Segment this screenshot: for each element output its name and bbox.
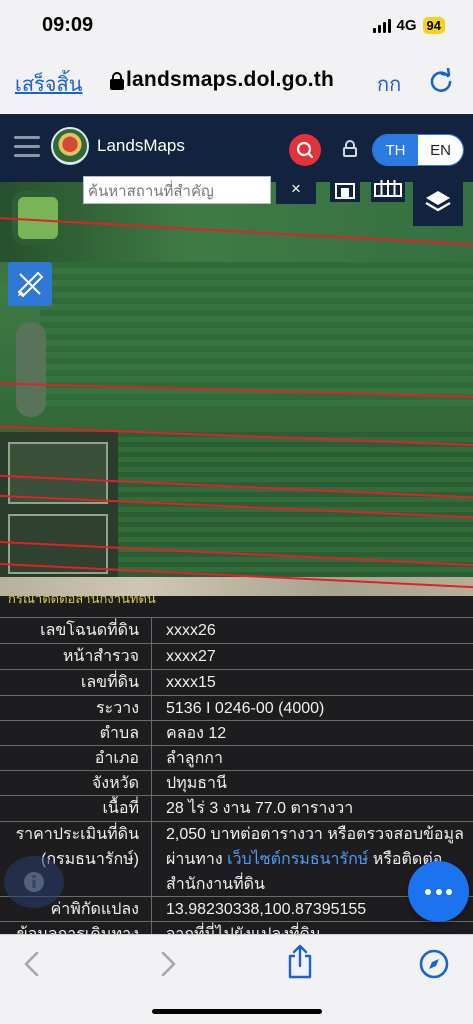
row-label: ตำบล xyxy=(0,721,152,746)
panel-notice: กรุณาติดต่อสำนักงานที่ดิน xyxy=(8,596,156,604)
ruler-pencil-icon xyxy=(17,271,44,298)
compass-icon[interactable] xyxy=(417,947,451,981)
lock-icon xyxy=(110,72,124,90)
info-button[interactable] xyxy=(4,856,64,908)
table-row: จังหวัด ปทุมธานี xyxy=(0,770,473,796)
cellular-signal-icon xyxy=(372,18,391,33)
price-label-line1: ราคาประเมินที่ดิน xyxy=(15,826,139,843)
building-icon xyxy=(335,183,355,199)
done-button[interactable]: เสร็จสิ้น xyxy=(15,68,82,100)
status-bar: 09:09 4G 94 xyxy=(0,0,473,52)
row-label: เลขที่ดิน xyxy=(0,670,152,695)
grid-tool-button[interactable] xyxy=(371,178,405,202)
url-text[interactable]: landsmaps.dol.go.th xyxy=(126,68,334,92)
home-indicator xyxy=(152,1009,322,1014)
map-field xyxy=(115,432,473,582)
browser-address-bar: เสร็จสิ้น landsmaps.dol.go.th กก xyxy=(0,52,473,114)
brand-name: LandsMaps xyxy=(97,136,185,155)
back-icon[interactable] xyxy=(20,949,44,979)
forward-icon[interactable] xyxy=(156,949,180,979)
info-icon xyxy=(24,872,44,892)
row-value: คลอง 12 xyxy=(166,725,227,742)
parcel-info-panel: กรุณาติดต่อสำนักงานที่ดิน เลขโฉนดที่ดิน … xyxy=(0,596,473,934)
reload-icon[interactable] xyxy=(428,68,454,94)
row-label: ระวาง xyxy=(0,696,152,721)
more-options-button[interactable] xyxy=(408,861,469,922)
row-value: xxxx27 xyxy=(166,648,216,665)
row-label: เนื้อที่ xyxy=(0,796,152,821)
row-label: อำเภอ xyxy=(0,746,152,771)
table-row: อำเภอ ลำลูกกา xyxy=(0,745,473,771)
table-row: ข้อมูลการเดินทาง จากที่นี่ไปยังแปลงที่ดิ… xyxy=(0,921,473,934)
battery-level: 94 xyxy=(422,17,445,34)
layers-button[interactable] xyxy=(413,182,463,226)
network-type: 4G xyxy=(396,17,417,34)
lang-th-button[interactable]: TH xyxy=(373,135,418,165)
table-row: เลขที่ดิน xxxx15 xyxy=(0,669,473,695)
building-tool-button[interactable] xyxy=(330,178,360,202)
lang-en-button[interactable]: EN xyxy=(418,135,463,165)
row-label: เลขโฉนดที่ดิน xyxy=(0,618,152,643)
share-icon[interactable] xyxy=(284,943,316,981)
place-search-input[interactable]: ค้นหาสถานที่สำคัญ xyxy=(83,176,271,204)
row-value: ลำลูกกา xyxy=(166,750,223,767)
department-logo xyxy=(51,127,89,165)
menu-icon[interactable] xyxy=(14,136,40,163)
login-lock-icon[interactable] xyxy=(343,140,357,157)
table-row: หน้าสำรวจ xxxx27 xyxy=(0,643,473,669)
row-value: xxxx15 xyxy=(166,674,216,691)
table-row: เลขโฉนดที่ดิน xxxx26 xyxy=(0,617,473,643)
measure-tool-button[interactable] xyxy=(8,262,52,306)
table-row: ตำบล คลอง 12 xyxy=(0,720,473,746)
status-indicators: 4G 94 xyxy=(372,17,445,34)
search-placeholder: ค้นหาสถานที่สำคัญ xyxy=(88,183,214,200)
table-row: ระวาง 5136 I 0246-00 (4000) xyxy=(0,695,473,721)
satellite-map[interactable] xyxy=(0,182,473,610)
table-row: ค่าพิกัดแปลง 13.98230338,100.87395155 xyxy=(0,896,473,922)
row-label: จังหวัด xyxy=(0,771,152,796)
map-canal xyxy=(16,322,46,417)
grid-icon xyxy=(374,180,402,197)
text-size-button[interactable]: กก xyxy=(377,68,401,100)
layers-icon xyxy=(425,191,451,212)
row-label: ข้อมูลการเดินทาง xyxy=(0,922,152,934)
row-value: 28 ไร่ 3 งาน 77.0 ตารางวา xyxy=(166,800,354,817)
route-link[interactable]: จากที่นี่ไปยังแปลงที่ดิน xyxy=(152,922,473,934)
table-row-price: ราคาประเมินที่ดิน (กรมธนารักษ์) 2,050 บา… xyxy=(0,821,473,897)
treasury-website-link[interactable]: เว็บไซต์กรมธนารักษ์ xyxy=(227,851,368,868)
search-icon xyxy=(296,141,314,159)
table-row: เนื้อที่ 28 ไร่ 3 งาน 77.0 ตารางวา xyxy=(0,795,473,821)
row-label: หน้าสำรวจ xyxy=(0,644,152,669)
screen: 09:09 4G 94 เสร็จสิ้น landsmaps.dol.go.t… xyxy=(0,0,473,1024)
clear-search-button[interactable]: × xyxy=(276,176,316,204)
row-value: ปทุมธานี xyxy=(166,775,227,792)
status-time: 09:09 xyxy=(42,14,94,36)
language-toggle[interactable]: TH EN xyxy=(372,134,464,166)
search-button[interactable] xyxy=(289,134,321,166)
row-value: 5136 I 0246-00 (4000) xyxy=(166,700,325,717)
row-value: xxxx26 xyxy=(166,622,216,639)
